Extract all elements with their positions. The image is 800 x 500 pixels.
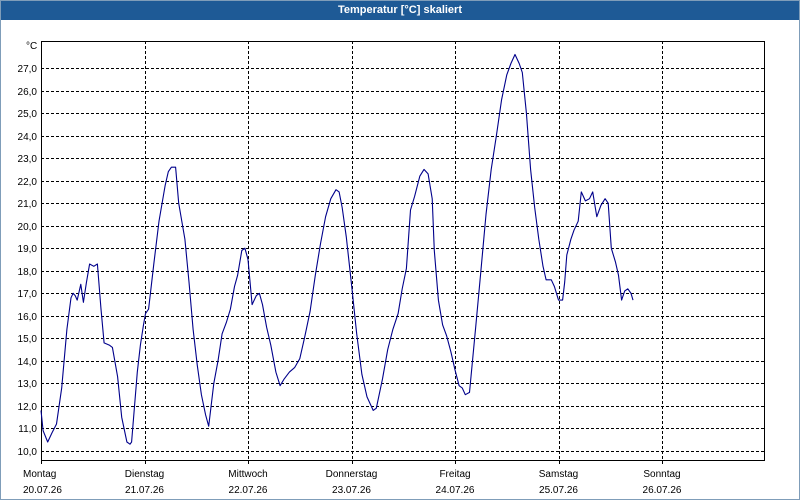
temperature-series-line xyxy=(40,53,634,445)
y-tick-label: 27,0 xyxy=(18,64,38,75)
y-tick-label: 19,0 xyxy=(18,244,38,255)
chart-window: Temperatur [°C] skaliert 10,0 11,0 12,0 13,… xyxy=(0,0,800,500)
x-tick-day-label: Dienstag xyxy=(125,469,164,480)
y-tick-label: 17,0 xyxy=(18,289,38,300)
x-tick-date-label: 21.07.26 xyxy=(125,485,164,496)
y-tick-label: 25,0 xyxy=(18,109,38,120)
y-tick-label: 13,0 xyxy=(18,379,38,390)
y-tick-label: 20,0 xyxy=(18,222,38,233)
x-tick-date-label: 25.07.26 xyxy=(539,485,578,496)
y-tick-label: 22,0 xyxy=(18,177,38,188)
y-unit-label: °C xyxy=(26,41,37,52)
y-tick-label: 12,0 xyxy=(18,402,38,413)
grid xyxy=(41,41,764,460)
x-tick-date-label: 26.07.26 xyxy=(643,485,682,496)
y-tick-label: 16,0 xyxy=(18,312,38,323)
y-tick-label: 26,0 xyxy=(18,87,38,98)
y-tick-label: 10,0 xyxy=(18,447,38,458)
x-tick-date-label: 23.07.26 xyxy=(332,485,371,496)
axes xyxy=(41,41,765,464)
y-tick-label: 15,0 xyxy=(18,334,38,345)
y-tick-label: 18,0 xyxy=(18,267,38,278)
x-tick-date-label: 24.07.26 xyxy=(436,485,475,496)
x-tick-day-label: Donnerstag xyxy=(326,469,378,480)
x-tick-day-label: Montag xyxy=(23,469,56,480)
y-tick-label: 24,0 xyxy=(18,132,38,143)
x-tick-date-label: 22.07.26 xyxy=(229,485,268,496)
x-tick-date-label: 20.07.26 xyxy=(23,485,62,496)
x-tick-day-label: Mittwoch xyxy=(228,469,267,480)
series-layer xyxy=(40,53,634,445)
x-tick-day-label: Samstag xyxy=(539,469,578,480)
y-tick-label: 11,0 xyxy=(18,424,37,435)
y-tick-label: 23,0 xyxy=(18,154,38,165)
y-tick-label: 14,0 xyxy=(18,357,38,368)
y-tick-label: 21,0 xyxy=(18,199,38,210)
x-tick-day-label: Sonntag xyxy=(643,469,680,480)
plot-frame xyxy=(41,41,765,461)
x-tick-day-label: Freitag xyxy=(439,469,470,480)
temperature-chart: 10,0 11,0 12,0 13,0 14,0 15,0 16,0 17,0 18,0 19,0… xyxy=(18,41,765,496)
